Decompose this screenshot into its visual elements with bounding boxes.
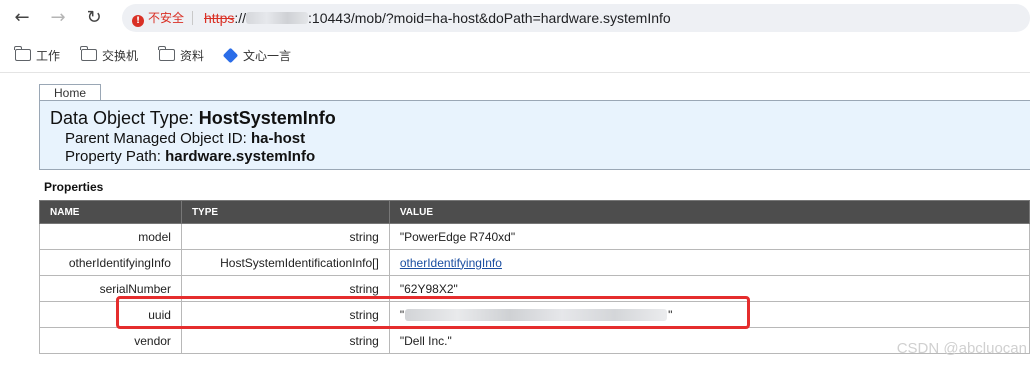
path-value: hardware.systemInfo [165,148,316,165]
property-name: model [39,223,182,250]
highlight-box [116,296,750,329]
table-header-row: NAME TYPE VALUE [39,200,1030,224]
page-title: Data Object Type: HostSystemInfo [50,107,336,129]
url-scheme: https [204,10,235,26]
column-header-value: VALUE [388,200,1030,224]
property-type: string [180,223,390,250]
property-name: otherIdentifyingInfo [39,249,182,276]
bookmark-wenxin[interactable]: 文心一言 [222,47,292,64]
folder-icon [158,46,175,61]
property-path-line: Property Path: hardware.systemInfo [65,148,315,166]
url-separator: :// [234,10,247,26]
bookmark-work[interactable]: 工作 [14,46,61,64]
property-name: vendor [39,327,182,354]
security-label: 不安全 [148,11,185,25]
property-value-cell: otherIdentifyingInfo [388,249,1030,276]
bookmarks-bar: 工作 交换机 资料 文心一言 [0,40,1030,73]
property-type: string [180,327,390,354]
property-type: HostSystemIdentificationInfo[] [180,249,390,276]
property-value: "PowerEdge R740xd" [388,223,1030,250]
column-header-name: NAME [39,200,182,224]
bookmark-label: 文心一言 [243,49,292,63]
security-indicator[interactable]: ! 不安全 [132,8,184,28]
url-path: :10443/mob/?moid=ha-host&doPath=hardware… [308,10,671,26]
bookmark-materials[interactable]: 资料 [158,46,205,64]
wenxin-logo-icon [222,47,239,64]
watermark: CSDN @abcluocan [896,340,1027,357]
reload-icon[interactable]: ↻ [82,6,106,30]
parent-prefix: Parent Managed Object ID: [65,130,251,147]
title-value: HostSystemInfo [198,108,336,128]
parent-value: ha-host [250,130,306,147]
warning-icon: ! [132,15,144,27]
bookmark-label: 交换机 [102,49,139,63]
back-icon[interactable]: ← [10,6,34,30]
table-row: model string "PowerEdge R740xd" [39,223,1030,250]
omnibox-divider [192,11,193,25]
bookmark-label: 资料 [180,49,205,63]
parent-object-line: Parent Managed Object ID: ha-host [65,130,305,148]
path-prefix: Property Path: [65,148,166,165]
title-prefix: Data Object Type: [50,108,199,128]
address-bar[interactable]: ! 不安全 https:// :10443/mob/?moid=ha-host&do… [122,4,1030,32]
properties-heading: Properties [44,180,104,194]
redacted-host [246,12,309,24]
forward-icon[interactable]: → [46,6,70,30]
folder-icon [14,46,31,61]
bookmark-switch[interactable]: 交换机 [80,46,139,64]
folder-icon [80,46,97,61]
properties-table: NAME TYPE VALUE model string "PowerEdge … [39,200,1030,354]
browser-toolbar: ← → ↻ ! 不安全 https:// :10443/mob/?moid=ha-h… [0,0,1030,36]
other-identifying-info-link[interactable]: otherIdentifyingInfo [400,256,502,270]
table-row: otherIdentifyingInfo HostSystemIdentific… [39,249,1030,276]
home-link[interactable]: Home [39,84,101,101]
url-text[interactable]: https:// :10443/mob/?moid=ha-host&doPath=… [204,9,671,27]
bookmark-label: 工作 [36,49,61,63]
object-header: Data Object Type: HostSystemInfo Parent … [39,100,1030,170]
table-row: vendor string "Dell Inc." [39,327,1030,354]
column-header-type: TYPE [180,200,390,224]
